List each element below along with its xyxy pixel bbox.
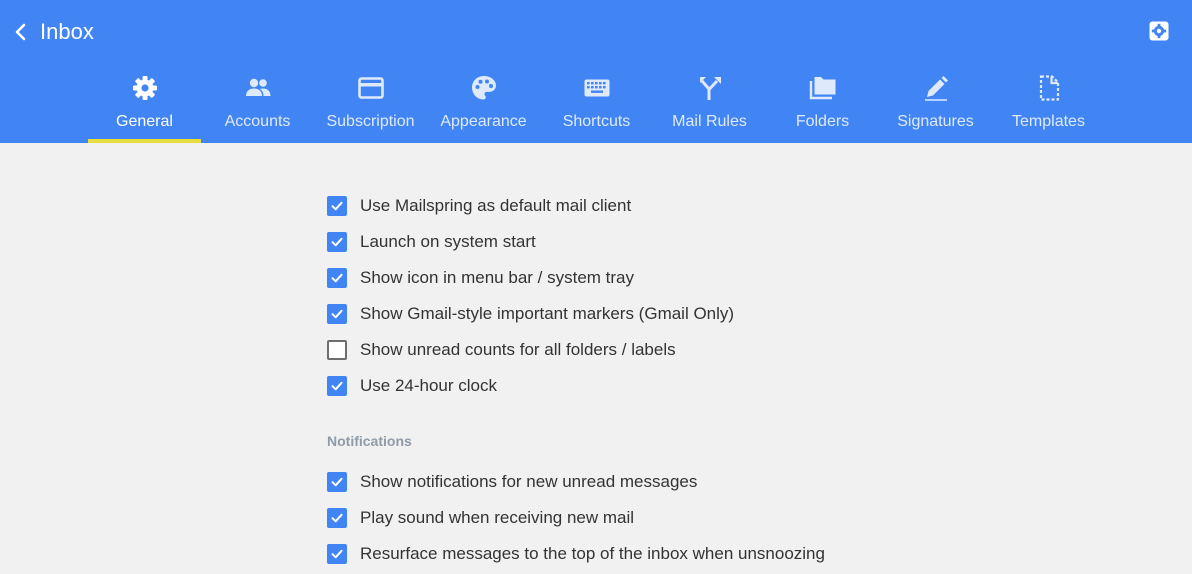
checkmark-icon (331, 201, 343, 211)
tab-general-label: General (116, 113, 173, 130)
checkbox-checked[interactable] (327, 196, 347, 216)
option-label: Show unread counts for all folders / lab… (360, 340, 676, 359)
preferences-header: Inbox General Accounts Subscription Appe… (0, 0, 1192, 143)
option-play-sound[interactable]: Play sound when receiving new mail (327, 507, 634, 529)
option-unread-counts[interactable]: Show unread counts for all folders / lab… (327, 339, 676, 361)
checkbox-checked[interactable] (327, 232, 347, 252)
checkbox-checked[interactable] (327, 376, 347, 396)
checkbox-unchecked[interactable] (327, 340, 347, 360)
tab-shortcuts-label: Shortcuts (562, 113, 631, 130)
template-icon (1039, 75, 1059, 101)
option-new-message-notifications[interactable]: Show notifications for new unread messag… (327, 471, 697, 493)
option-label: Show icon in menu bar / system tray (360, 268, 635, 287)
back-button[interactable]: Inbox (12, 18, 94, 46)
checkbox-checked[interactable] (327, 508, 347, 528)
tab-subscription-label: Subscription (326, 113, 415, 130)
tab-templates[interactable]: Templates (992, 68, 1105, 143)
tab-folders-label: Folders (795, 113, 850, 130)
checkmark-icon (331, 513, 343, 523)
checkmark-icon (331, 273, 343, 283)
option-label: Launch on system start (360, 232, 536, 251)
keyboard-icon (584, 79, 609, 97)
folders-icon (809, 77, 835, 100)
credit-card-icon (357, 77, 384, 99)
option-24-hour-clock[interactable]: Use 24-hour clock (327, 375, 497, 397)
tab-templates-label: Templates (1012, 113, 1085, 130)
tab-accounts[interactable]: Accounts (201, 68, 314, 143)
tab-shortcuts[interactable]: Shortcuts (540, 68, 653, 143)
settings-icon[interactable] (1148, 20, 1170, 42)
option-default-mail-client[interactable]: Use Mailspring as default mail client (327, 195, 631, 217)
option-launch-on-start[interactable]: Launch on system start (327, 231, 536, 253)
tab-folders[interactable]: Folders (766, 68, 879, 143)
checkmark-icon (331, 237, 343, 247)
option-tray-icon[interactable]: Show icon in menu bar / system tray (327, 267, 634, 289)
option-label: Use 24-hour clock (360, 376, 498, 395)
pen-icon (924, 76, 948, 101)
option-important-markers[interactable]: Show Gmail-style important markers (Gmai… (327, 303, 734, 325)
checkbox-checked[interactable] (327, 304, 347, 324)
option-label: Play sound when receiving new mail (360, 508, 635, 527)
gear-icon (132, 76, 157, 100)
option-label: Use Mailspring as default mail client (360, 196, 632, 215)
option-label: Show Gmail-style important markers (Gmai… (360, 304, 735, 323)
chevron-left-icon (15, 23, 26, 41)
active-tab-indicator (88, 139, 201, 143)
people-icon (245, 78, 270, 96)
option-resurface-unsnoozed[interactable]: Resurface messages to the top of the inb… (327, 543, 825, 565)
preferences-tabs: General Accounts Subscription Appearance… (88, 68, 1105, 143)
tab-mail-rules[interactable]: Mail Rules (653, 68, 766, 143)
checkmark-icon (331, 381, 343, 391)
option-label: Resurface messages to the top of the inb… (360, 544, 825, 563)
fork-arrow-icon (699, 77, 721, 100)
tab-mail-rules-label: Mail Rules (672, 113, 747, 130)
tab-signatures-label: Signatures (897, 113, 974, 130)
tab-general[interactable]: General (88, 68, 201, 143)
checkmark-icon (331, 309, 343, 319)
option-label: Show notifications for new unread messag… (360, 472, 698, 491)
back-label: Inbox (40, 19, 94, 44)
palette-icon (471, 76, 496, 100)
tab-appearance-label: Appearance (440, 113, 527, 130)
tab-appearance[interactable]: Appearance (427, 68, 540, 143)
notifications-section-title: Notifications (327, 433, 412, 449)
checkbox-checked[interactable] (327, 544, 347, 564)
checkmark-icon (331, 477, 343, 487)
checkbox-checked[interactable] (327, 268, 347, 288)
tab-accounts-label: Accounts (224, 113, 291, 130)
tab-subscription[interactable]: Subscription (314, 68, 427, 143)
checkmark-icon (331, 549, 343, 559)
checkbox-checked[interactable] (327, 472, 347, 492)
tab-signatures[interactable]: Signatures (879, 68, 992, 143)
